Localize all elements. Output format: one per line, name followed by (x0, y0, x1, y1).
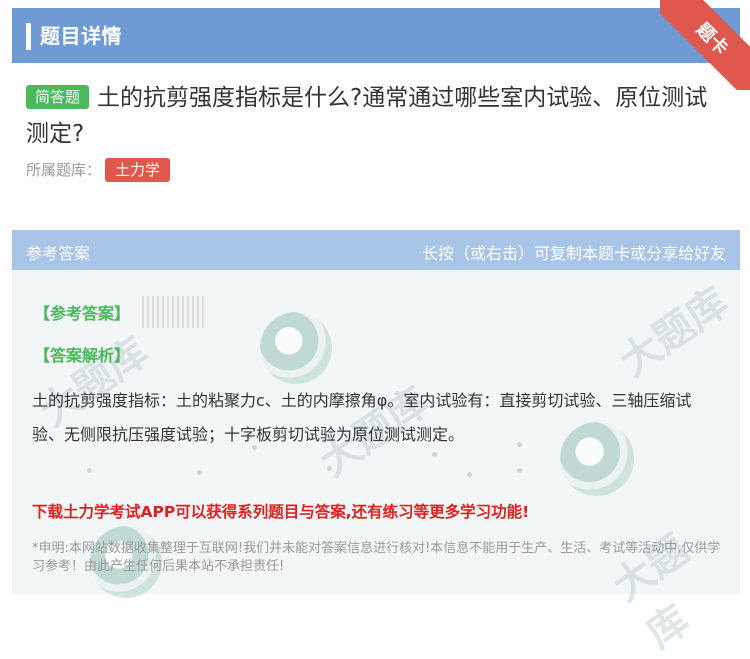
analysis-text: 土的抗剪强度指标：土的粘聚力c、土的内摩擦角φ。室内试验有：直接剪切试验、三轴压… (32, 391, 692, 444)
corner-badge-label: 题卡 (660, 0, 750, 90)
share-hint: 长按（或右击）可复制本题卡或分享给好友 (421, 244, 726, 263)
analysis-label: 【答案解析】 (34, 346, 131, 365)
disclaimer-text: *申明:本网站数据收集整理于互联网!我们并未能对答案信息进行核对!本信息不能用于… (32, 541, 721, 574)
reference-answer-label: 【参考答案】 (34, 304, 131, 323)
page-header: 题目详情 (12, 8, 740, 63)
question-bank-label: 所属题库： (26, 161, 102, 179)
answer-panel: 参考答案 长按（或右击）可复制本题卡或分享给好友 大题库 大题库 大题库 大题库… (12, 230, 740, 658)
question-bank: 所属题库： 土力学 (26, 158, 171, 182)
header-accent-bar (26, 23, 31, 50)
watermark-logo (260, 312, 332, 384)
watermark-text: 大题库 (611, 279, 737, 386)
question-text: 土的抗剪强度指标是什么?通常通过哪些室内试验、原位测试测定? (26, 85, 708, 147)
corner-badge: 题卡 (660, 0, 750, 90)
question-type-tag: 简答题 (26, 85, 90, 109)
answer-header: 参考答案 长按（或右击）可复制本题卡或分享给好友 (12, 230, 740, 270)
question-bank-tag[interactable]: 土力学 (105, 158, 171, 182)
question-block: 简答题 土的抗剪强度指标是什么?通常通过哪些室内试验、原位测试测定? (26, 80, 726, 152)
answer-header-title: 参考答案 (26, 244, 91, 263)
watermark-text: 大题库 (605, 526, 698, 658)
page-title: 题目详情 (40, 24, 122, 48)
reference-answer-image (142, 296, 206, 328)
app-promo-link[interactable]: 下载土力学考试APP可以获得系列题目与答案,还有练习等更多学习功能! (32, 500, 529, 522)
